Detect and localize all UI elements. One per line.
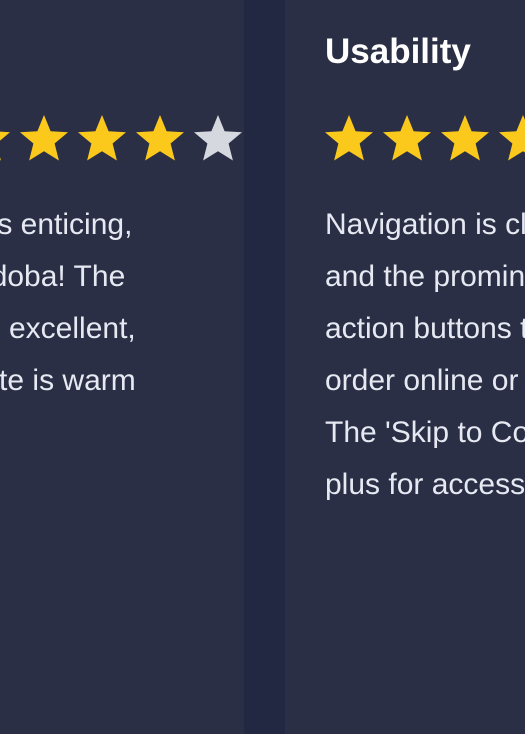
star-icon	[134, 112, 186, 164]
review-description-line: of Qdoba! The	[0, 260, 126, 293]
review-description-line: lity is excellent,	[0, 312, 136, 345]
review-description-line: plus for accessibility	[325, 468, 525, 501]
review-card-design: lors is enticing, of Qdoba! The lity is …	[0, 0, 244, 734]
star-rating	[323, 112, 525, 168]
star-icon	[323, 112, 375, 164]
star-icon	[381, 112, 433, 164]
review-page: lors is enticing, of Qdoba! The lity is …	[0, 0, 525, 734]
card-title: Usability	[325, 32, 471, 71]
review-description-line: and the prominent	[325, 260, 525, 293]
star-icon	[0, 112, 12, 164]
review-description-line: order online or	[325, 364, 519, 397]
review-description-line: Navigation is clear	[325, 208, 525, 241]
star-rating	[0, 112, 244, 168]
star-icon	[497, 112, 525, 164]
star-icon	[18, 112, 70, 164]
review-description: Navigation is clear and the prominent ac…	[325, 199, 525, 511]
review-description-line: lors is enticing,	[0, 208, 133, 241]
review-description-line: palette is warm	[0, 364, 136, 397]
review-description: lors is enticing, of Qdoba! The lity is …	[0, 199, 136, 407]
review-description-line: action buttons to	[325, 312, 525, 345]
star-icon	[192, 112, 244, 164]
review-card-usability: Usability Navigation is clear and the pr…	[285, 0, 525, 734]
star-icon	[439, 112, 491, 164]
review-description-line: The 'Skip to Content'	[325, 416, 525, 449]
star-icon	[76, 112, 128, 164]
